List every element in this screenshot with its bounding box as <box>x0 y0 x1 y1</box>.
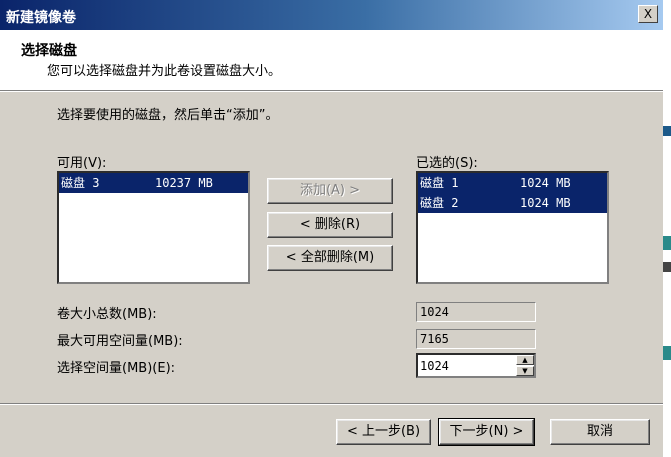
header-divider <box>0 91 663 92</box>
space-amount-label: 选择空间量(MB)(E): <box>57 361 176 376</box>
page-subtitle: 您可以选择磁盘并为此卷设置磁盘大小。 <box>47 64 282 79</box>
total-size-value: 1024 <box>416 302 536 322</box>
space-amount-stepper[interactable]: ▲ ▼ <box>416 353 536 378</box>
disk-name: 磁盘 1 <box>420 176 459 190</box>
window-title: 新建镜像卷 <box>6 10 76 26</box>
page-title: 选择磁盘 <box>21 43 77 59</box>
space-amount-input[interactable] <box>418 355 514 376</box>
disk-size: 1024 MB <box>520 176 571 190</box>
spin-arrows[interactable]: ▲ ▼ <box>516 355 534 376</box>
instruction-text: 选择要使用的磁盘，然后单击“添加”。 <box>57 108 279 123</box>
remove-all-button[interactable]: < 全部删除(M) <box>267 245 393 271</box>
total-size-label: 卷大小总数(MB): <box>57 307 157 322</box>
title-bar: 新建镜像卷 X <box>0 0 663 30</box>
list-item[interactable]: 磁盘 3 10237 MB <box>59 173 248 193</box>
selected-disks-list[interactable]: 磁盘 1 1024 MB 磁盘 2 1024 MB <box>416 171 609 284</box>
next-button[interactable]: 下一步(N) > <box>438 418 535 446</box>
disk-name: 磁盘 2 <box>420 196 459 210</box>
disk-size: 1024 MB <box>520 196 571 210</box>
remove-button[interactable]: < 删除(R) <box>267 212 393 238</box>
available-disks-list[interactable]: 磁盘 3 10237 MB <box>57 171 250 284</box>
background-window-edge <box>663 0 671 457</box>
close-icon: X <box>643 7 653 21</box>
cancel-button[interactable]: 取消 <box>550 419 650 445</box>
wizard-header: 选择磁盘 您可以选择磁盘并为此卷设置磁盘大小。 <box>0 30 663 91</box>
selected-label: 已选的(S): <box>416 156 478 171</box>
footer-divider <box>0 403 663 405</box>
back-button[interactable]: < 上一步(B) <box>336 419 431 445</box>
spin-up-icon[interactable]: ▲ <box>516 355 534 365</box>
list-item[interactable]: 磁盘 1 1024 MB <box>418 173 607 193</box>
available-label: 可用(V): <box>57 156 107 171</box>
close-button[interactable]: X <box>638 5 658 23</box>
max-space-label: 最大可用空间量(MB): <box>57 334 183 349</box>
disk-name: 磁盘 3 <box>61 176 100 190</box>
disk-size: 10237 MB <box>155 176 213 190</box>
add-button[interactable]: 添加(A) > <box>267 178 393 204</box>
max-space-value: 7165 <box>416 329 536 349</box>
list-item[interactable]: 磁盘 2 1024 MB <box>418 193 607 213</box>
spin-down-icon[interactable]: ▼ <box>516 366 534 376</box>
